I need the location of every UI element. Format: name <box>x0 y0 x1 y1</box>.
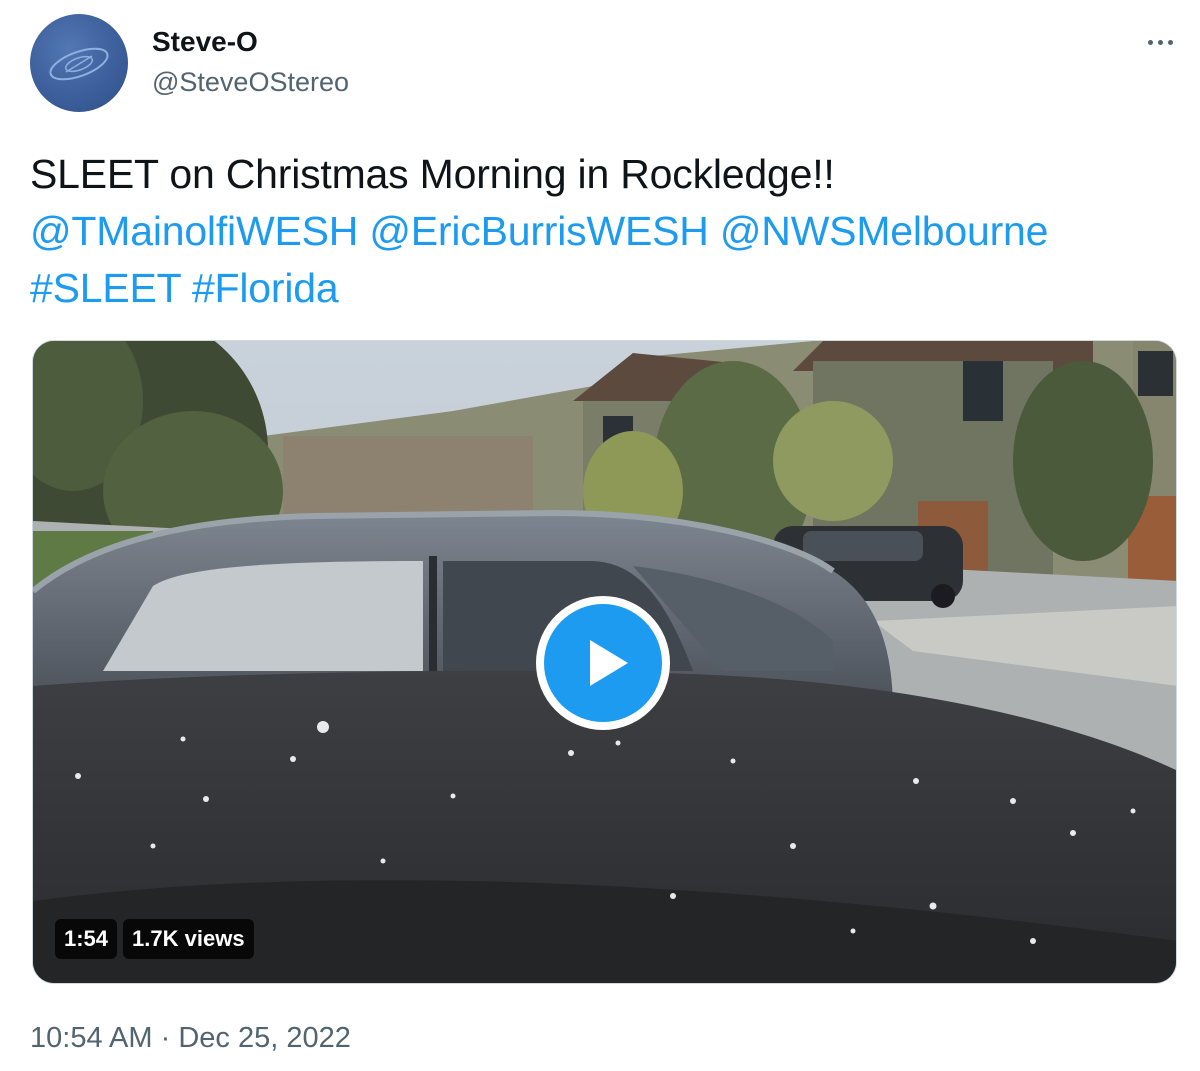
video-badges: 1:54 1.7K views <box>55 919 254 959</box>
more-horizontal-icon <box>1167 39 1173 45</box>
timestamp-date: Dec 25, 2022 <box>178 1022 351 1054</box>
tweet-timestamp[interactable]: 10:54 AM · Dec 25, 2022 <box>30 1018 351 1058</box>
timestamp-separator: · <box>160 1022 171 1054</box>
video-duration-badge: 1:54 <box>55 919 118 959</box>
tweet: Steve-O @SteveOStereo SLEET on Christmas… <box>0 0 1200 1071</box>
timestamp-time: 10:54 AM <box>30 1022 153 1054</box>
tweet-text-line-3: #SLEET #Florida <box>30 260 1180 317</box>
mention-link[interactable]: @TMainolfiWESH <box>30 208 358 254</box>
mention-link[interactable]: @NWSMelbourne <box>720 208 1049 254</box>
hashtag-link[interactable]: #Florida <box>192 265 339 311</box>
video-player[interactable]: 1:54 1.7K views <box>32 340 1177 984</box>
hashtag-link[interactable]: #SLEET <box>30 265 181 311</box>
video-views-badge: 1.7K views <box>123 919 254 959</box>
tweet-text-line-2: @TMainolfiWESH @EricBurrisWESH @NWSMelbo… <box>30 203 1180 260</box>
avatar[interactable] <box>30 14 128 112</box>
tweet-plain-text: SLEET on Christmas Morning in Rockledge!… <box>30 151 835 197</box>
tweet-text-line-1: SLEET on Christmas Morning in Rockledge!… <box>30 146 1180 203</box>
author-display-name[interactable]: Steve-O <box>152 24 258 60</box>
more-horizontal-icon <box>1147 39 1153 45</box>
tweet-text: SLEET on Christmas Morning in Rockledge!… <box>30 146 1180 317</box>
mention-link[interactable]: @EricBurrisWESH <box>369 208 708 254</box>
play-icon <box>544 604 662 722</box>
author-handle[interactable]: @SteveOStereo <box>152 64 349 100</box>
play-button[interactable] <box>536 596 670 730</box>
avatar-logo-icon <box>49 47 109 81</box>
more-horizontal-icon <box>1157 39 1163 45</box>
more-options-button[interactable] <box>1138 24 1182 60</box>
